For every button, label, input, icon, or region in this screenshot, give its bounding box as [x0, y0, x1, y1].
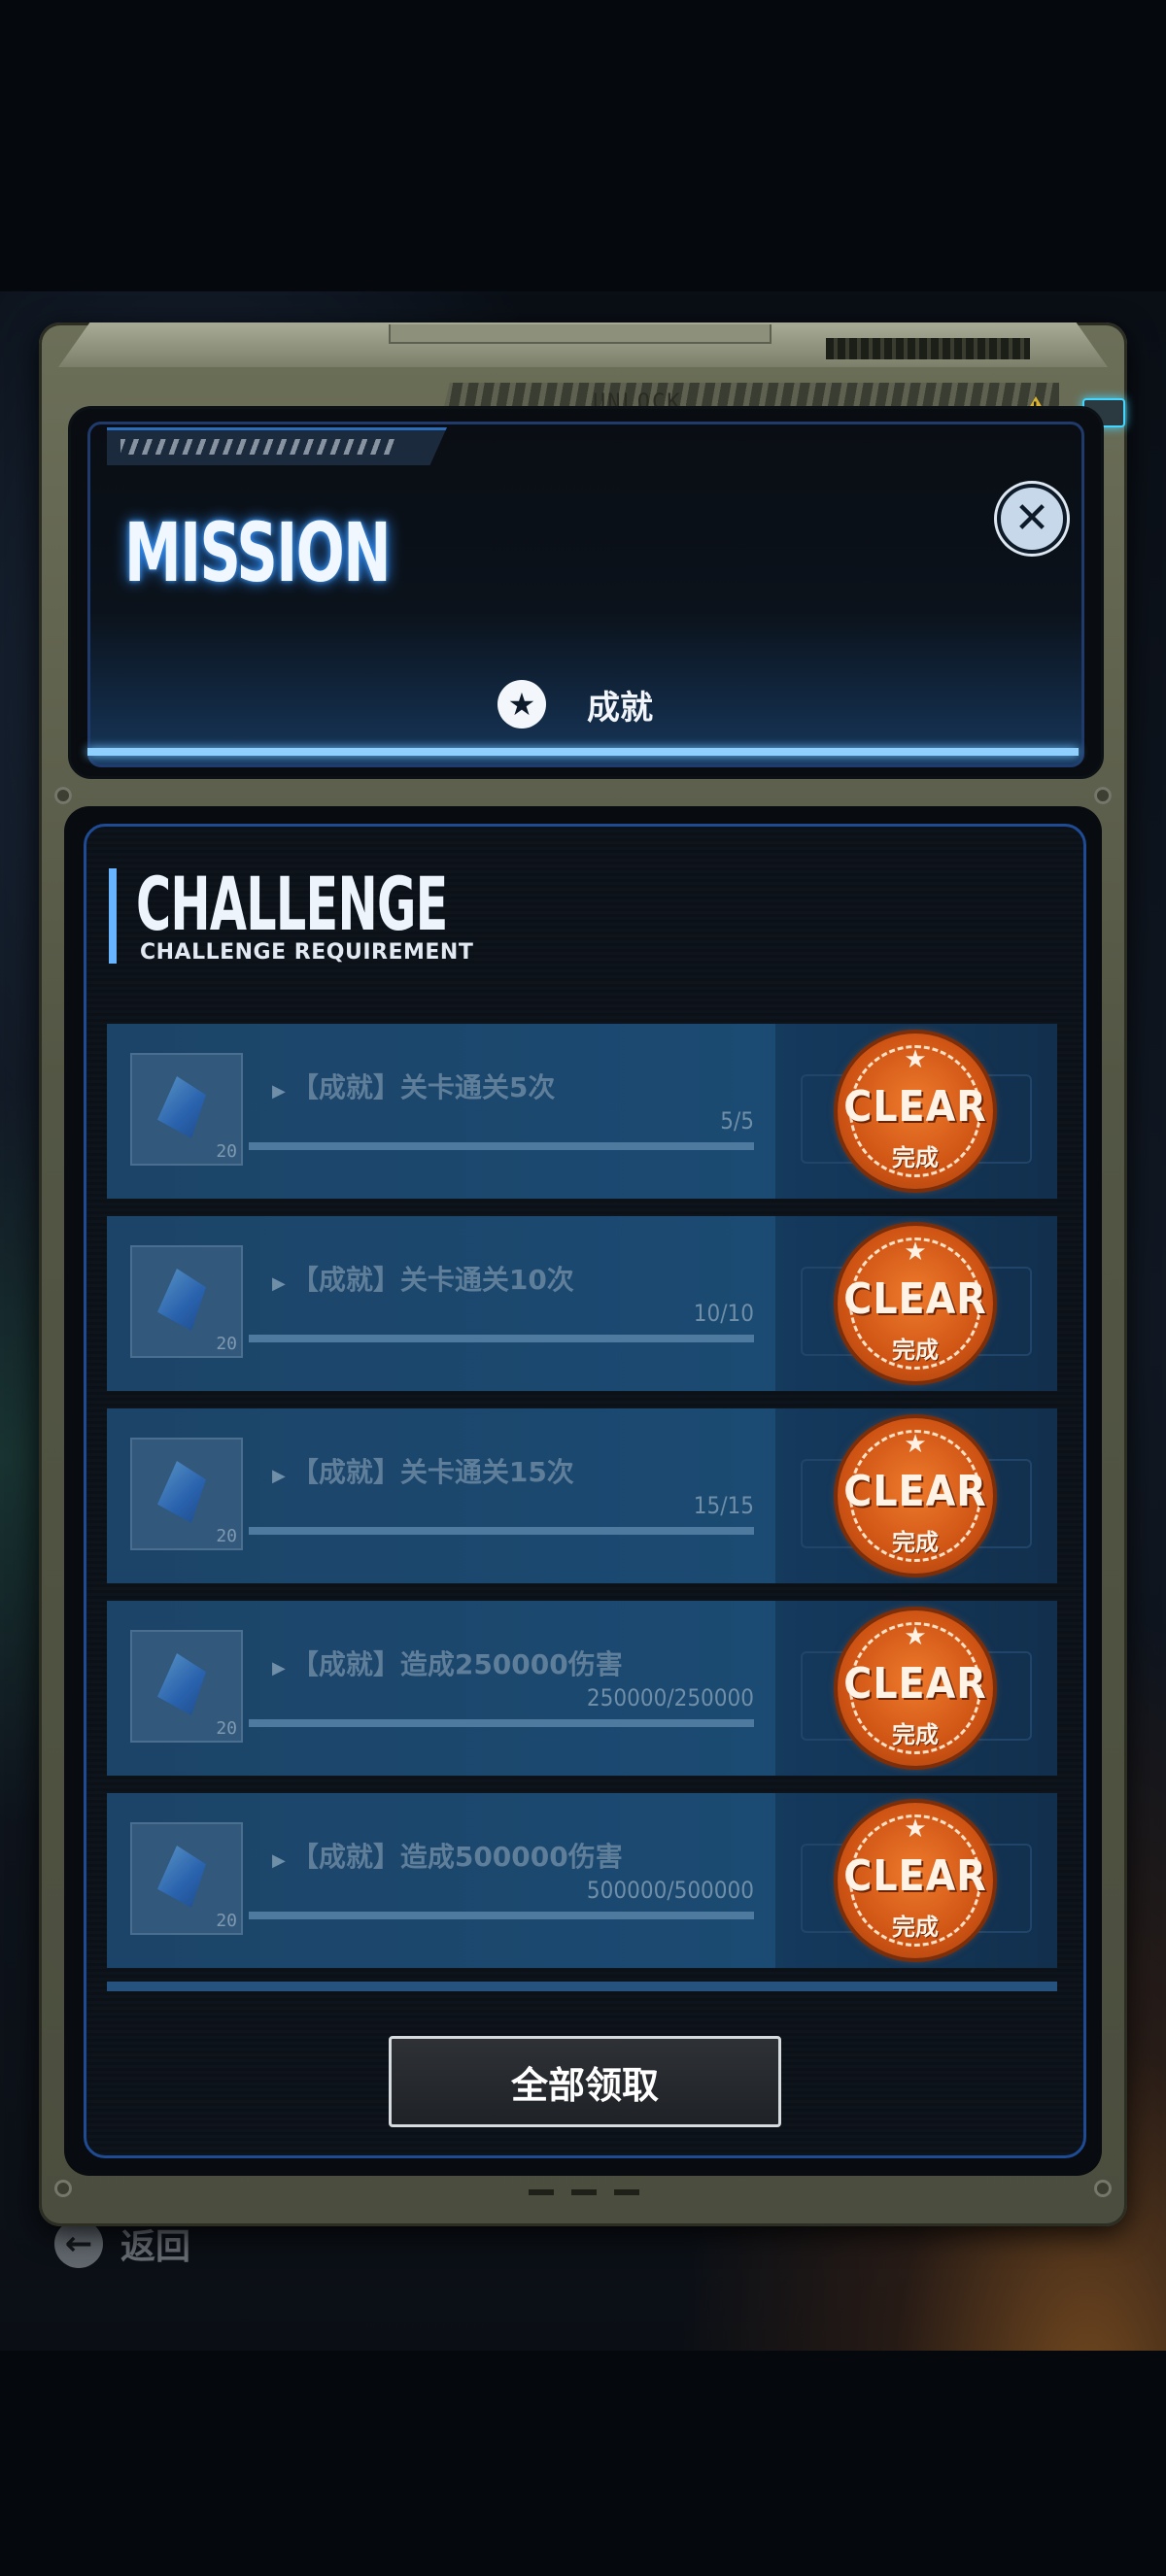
task-progress-text: 5/5	[720, 1107, 754, 1135]
reward-count: 20	[216, 1718, 237, 1739]
clear-stamp: ★ CLEAR 完成	[838, 1803, 993, 1958]
task-name: ▶ 【成就】关卡通关10次	[272, 1259, 574, 1298]
rivet-icon	[1094, 2180, 1112, 2197]
reward-item[interactable]: 20	[130, 1245, 243, 1358]
progress-bar	[249, 1335, 754, 1342]
bullet-arrow-icon: ▶	[272, 1081, 286, 1102]
task-name: ▶ 【成就】关卡通关5次	[272, 1067, 555, 1105]
clear-stamp: ★ CLEAR 完成	[838, 1418, 993, 1574]
claim-all-button[interactable]: 全部领取	[389, 2036, 781, 2127]
reward-count: 20	[216, 1526, 237, 1546]
list-scrollbar[interactable]	[107, 1982, 1057, 1991]
reward-count: 20	[216, 1911, 237, 1931]
task-name-text: 【成就】关卡通关10次	[291, 1264, 574, 1296]
tab-label: 成就	[587, 688, 653, 728]
reward-count: 20	[216, 1141, 237, 1162]
stamp-complete-text: 完成	[892, 1529, 939, 1556]
close-icon: ✕	[1013, 493, 1050, 543]
task-name-text: 【成就】关卡通关5次	[291, 1071, 556, 1103]
clear-stamp: ★ CLEAR 完成	[838, 1226, 993, 1381]
task-row: 20 ▶ 【成就】造成500000伤害 500000/500000 ★ CLEAR…	[107, 1793, 1057, 1968]
star-icon: ★	[904, 1814, 927, 1844]
task-name-text: 【成就】造成250000伤害	[291, 1648, 623, 1680]
reward-count: 20	[216, 1334, 237, 1354]
crystal-icon	[157, 1076, 206, 1138]
header-decor-stripes	[120, 439, 396, 455]
clear-stamp: ★ CLEAR 完成	[838, 1034, 993, 1189]
progress-fill	[249, 1142, 754, 1150]
task-row: 20 ▶ 【成就】造成250000伤害 250000/250000 ★ CLEAR…	[107, 1601, 1057, 1776]
star-icon: ★	[904, 1430, 927, 1459]
stamp-clear-text: CLEAR	[843, 1082, 987, 1132]
bullet-arrow-icon: ▶	[272, 1273, 286, 1294]
reward-item[interactable]: 20	[130, 1822, 243, 1935]
stamp-clear-text: CLEAR	[843, 1851, 987, 1901]
stamp-complete-text: 完成	[892, 1914, 939, 1941]
task-progress-text: 15/15	[693, 1492, 754, 1519]
stamp-complete-text: 完成	[892, 1144, 939, 1171]
section-accent-bar	[109, 868, 117, 964]
progress-fill	[249, 1335, 754, 1342]
frame-slot	[389, 324, 772, 344]
task-progress-text: 10/10	[693, 1300, 754, 1327]
star-icon: ★	[904, 1237, 927, 1267]
rivet-icon	[1094, 787, 1112, 804]
task-progress-text: 250000/250000	[586, 1684, 754, 1712]
progress-bar	[249, 1142, 754, 1150]
star-icon: ★	[497, 680, 546, 729]
progress-bar	[249, 1527, 754, 1535]
stamp-clear-text: CLEAR	[843, 1274, 987, 1324]
task-progress-text: 500000/500000	[586, 1877, 754, 1904]
close-button[interactable]: ✕	[997, 484, 1067, 554]
stamp-complete-text: 完成	[892, 1337, 939, 1364]
bullet-arrow-icon: ▶	[272, 1466, 286, 1486]
star-icon: ★	[904, 1045, 927, 1074]
tab-achievements[interactable]: ★ 成就	[497, 680, 653, 729]
bullet-arrow-icon: ▶	[272, 1658, 286, 1678]
task-name: ▶ 【成就】关卡通关15次	[272, 1451, 574, 1490]
task-row: 20 ▶ 【成就】关卡通关15次 15/15 ★ CLEAR 完成	[107, 1408, 1057, 1583]
section-title: CHALLENGE	[136, 861, 448, 947]
progress-fill	[249, 1527, 754, 1535]
crystal-icon	[157, 1461, 206, 1523]
section-subtitle: CHALLENGE REQUIREMENT	[140, 940, 474, 965]
star-icon: ★	[904, 1622, 927, 1651]
crystal-icon	[157, 1846, 206, 1908]
stamp-clear-text: CLEAR	[843, 1467, 987, 1516]
task-name: ▶ 【成就】造成250000伤害	[272, 1644, 623, 1682]
crystal-icon	[157, 1653, 206, 1715]
rivet-icon	[54, 2180, 72, 2197]
stamp-complete-text: 完成	[892, 1721, 939, 1748]
tab-active-indicator	[87, 748, 1079, 756]
progress-bar	[249, 1719, 754, 1727]
stamp-clear-text: CLEAR	[843, 1659, 987, 1709]
reward-item[interactable]: 20	[130, 1438, 243, 1550]
crystal-icon	[157, 1269, 206, 1331]
frame-bottom-dashes	[529, 2189, 641, 2195]
progress-bar	[249, 1912, 754, 1919]
reward-item[interactable]: 20	[130, 1630, 243, 1743]
bullet-arrow-icon: ▶	[272, 1850, 286, 1871]
progress-fill	[249, 1719, 754, 1727]
task-row: 20 ▶ 【成就】关卡通关10次 10/10 ★ CLEAR 完成	[107, 1216, 1057, 1391]
clear-stamp: ★ CLEAR 完成	[838, 1610, 993, 1766]
task-name: ▶ 【成就】造成500000伤害	[272, 1836, 623, 1875]
reward-item[interactable]: 20	[130, 1053, 243, 1166]
task-name-text: 【成就】关卡通关15次	[291, 1456, 574, 1488]
progress-fill	[249, 1912, 754, 1919]
page-title: MISSION	[124, 505, 392, 600]
rivet-icon	[54, 787, 72, 804]
task-name-text: 【成就】造成500000伤害	[291, 1841, 623, 1873]
task-row: 20 ▶ 【成就】关卡通关5次 5/5 ★ CLEAR 完成	[107, 1024, 1057, 1199]
back-arrow-icon: ←	[54, 2220, 103, 2268]
frame-vent	[826, 338, 1030, 359]
